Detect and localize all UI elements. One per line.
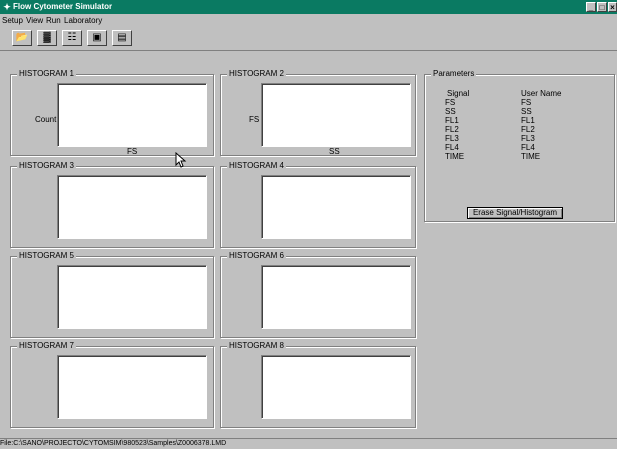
histogram-1-plot[interactable] — [57, 83, 207, 147]
histogram-6-group: HISTOGRAM 6 — [220, 251, 416, 338]
histogram-2-plot[interactable] — [261, 83, 411, 147]
run-button[interactable]: ▣ — [87, 30, 107, 46]
histogram-1-group: HISTOGRAM 1 Count FS — [10, 69, 214, 156]
laboratory-icon: ▤ — [117, 32, 127, 43]
menu-bar: Setup View Run Laboratory — [0, 14, 617, 28]
signal-item[interactable]: FL1 — [445, 116, 469, 125]
histogram-1-x-label: FS — [127, 147, 138, 156]
histogram-7-label: HISTOGRAM 7 — [17, 341, 76, 351]
histogram-2-label: HISTOGRAM 2 — [227, 69, 286, 79]
histogram-2-group: HISTOGRAM 2 FS SS — [220, 69, 416, 156]
signal-column: Signal FS SS FL1 FL2 FL3 FL4 TIME — [445, 89, 469, 161]
histogram-7-group: HISTOGRAM 7 — [10, 341, 214, 428]
histogram-4-group: HISTOGRAM 4 — [220, 161, 416, 248]
histogram-button[interactable]: ▓ — [37, 30, 57, 46]
histogram-4-plot[interactable] — [261, 175, 411, 239]
signal-item[interactable]: SS — [445, 107, 469, 116]
signal-item[interactable]: FS — [445, 98, 469, 107]
histogram-7-plot[interactable] — [57, 355, 207, 419]
histogram-4-label: HISTOGRAM 4 — [227, 161, 286, 171]
histogram-3-label: HISTOGRAM 3 — [17, 161, 76, 171]
signal-item[interactable]: TIME — [445, 152, 469, 161]
signal-item[interactable]: FL4 — [445, 143, 469, 152]
histogram-3-plot[interactable] — [57, 175, 207, 239]
user-name-item[interactable]: FL4 — [521, 143, 561, 152]
maximize-button[interactable]: □ — [597, 2, 607, 12]
histogram-6-plot[interactable] — [261, 265, 411, 329]
erase-signal-histogram-button[interactable]: Erase Signal/Histogram — [467, 207, 563, 219]
open-file-button[interactable]: 📂 — [12, 30, 32, 46]
open-file-icon: 📂 — [15, 32, 29, 43]
user-name-item[interactable]: FS — [521, 98, 561, 107]
toolbar: 📂 ▓ ☷ ▣ ▤ — [0, 28, 617, 48]
app-icon[interactable]: ✦ — [2, 2, 12, 12]
signal-header: Signal — [447, 89, 470, 98]
histogram-8-label: HISTOGRAM 8 — [227, 341, 286, 351]
menu-run[interactable]: Run — [46, 14, 61, 28]
signal-item[interactable]: FL2 — [445, 125, 469, 134]
signal-item[interactable]: FL3 — [445, 134, 469, 143]
parameters-panel: Parameters Signal FS SS FL1 FL2 FL3 FL4 … — [424, 69, 615, 222]
mouse-cursor-icon — [175, 152, 187, 168]
histogram-5-label: HISTOGRAM 5 — [17, 251, 76, 261]
dot-plot-icon: ☷ — [67, 32, 77, 43]
histogram-icon: ▓ — [43, 32, 51, 43]
minimize-button[interactable]: _ — [586, 2, 596, 12]
histogram-2-y-label: FS — [249, 115, 260, 124]
menu-view[interactable]: View — [26, 14, 43, 28]
status-file-path: File:C:\SANO\PROJECTO\CYTOMSIM\980523\Sa… — [0, 440, 227, 447]
user-name-item[interactable]: FL3 — [521, 134, 561, 143]
status-bar: File:C:\SANO\PROJECTO\CYTOMSIM\980523\Sa… — [0, 438, 617, 449]
close-button[interactable]: × — [608, 2, 617, 12]
histogram-1-y-label: Count — [35, 115, 57, 124]
laboratory-button[interactable]: ▤ — [112, 30, 132, 46]
user-name-item[interactable]: SS — [521, 107, 561, 116]
user-name-item[interactable]: TIME — [521, 152, 561, 161]
user-name-column: User Name FS SS FL1 FL2 FL3 FL4 TIME — [521, 89, 561, 161]
menu-setup[interactable]: Setup — [2, 14, 23, 28]
histogram-8-group: HISTOGRAM 8 — [220, 341, 416, 428]
histogram-6-label: HISTOGRAM 6 — [227, 251, 286, 261]
histogram-2-x-label: SS — [329, 147, 340, 156]
user-name-item[interactable]: FL2 — [521, 125, 561, 134]
histogram-1-label: HISTOGRAM 1 — [17, 69, 76, 79]
histogram-3-group: HISTOGRAM 3 — [10, 161, 214, 248]
menu-laboratory[interactable]: Laboratory — [64, 14, 102, 28]
histogram-8-plot[interactable] — [261, 355, 411, 419]
histogram-5-plot[interactable] — [57, 265, 207, 329]
user-name-item[interactable]: FL1 — [521, 116, 561, 125]
title-bar: ✦ Flow Cytometer Simulator _ □ × — [0, 0, 617, 14]
dot-plot-button[interactable]: ☷ — [62, 30, 82, 46]
window-title: Flow Cytometer Simulator — [13, 2, 113, 11]
run-icon: ▣ — [92, 32, 102, 43]
parameters-title: Parameters — [431, 69, 477, 79]
histogram-5-group: HISTOGRAM 5 — [10, 251, 214, 338]
user-name-header: User Name — [521, 89, 562, 98]
